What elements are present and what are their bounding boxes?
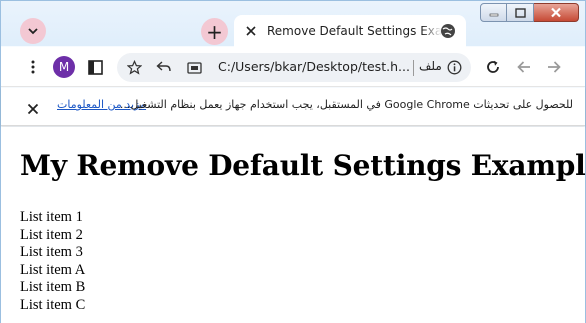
share-icon [155,61,171,72]
info-bar-close-button[interactable] [27,100,41,115]
list-item: List item 2 [20,226,83,243]
reload-button[interactable] [485,59,501,75]
more-vertical-icon [31,60,35,74]
list-item: List item B [20,279,86,295]
tab-close-button[interactable] [244,24,258,38]
tab-strip: + Remove Default Settings Example [1,1,585,47]
browser-window: + Remove Default Settings Example [0,0,586,323]
bookmark-button[interactable] [126,59,142,75]
tab-search-button[interactable] [20,18,46,44]
address-bar[interactable]: C:/Users/bkar/Desktop/test.h... ملف [117,53,471,82]
url-text[interactable]: C:/Users/bkar/Desktop/test.h... [218,59,410,74]
arrow-right-icon [548,61,561,73]
list-item: List item 1 [20,209,83,225]
browser-toolbar: M C:/Users/bkar/Desktop/test.h... ملف [1,47,585,87]
site-info-button[interactable] [446,59,462,75]
maximize-icon [514,7,526,18]
close-icon [246,26,256,36]
share-button[interactable] [155,59,171,75]
back-button[interactable] [516,59,532,75]
info-bar-message: للحصول على تحديثات Google Chrome في المس… [119,98,573,111]
menu-button[interactable] [25,59,41,75]
minimize-icon [489,13,498,16]
page-content: My Remove Default Settings Example List … [1,127,586,323]
reload-icon [487,60,499,73]
chevron-down-icon [28,28,38,35]
globe-icon [441,24,455,38]
item-list: List item 1 List item 2 List item 3 List… [20,209,85,314]
screenshot-button[interactable] [186,59,202,75]
address-separator [413,60,414,76]
side-panel-icon [87,59,103,75]
window-controls [480,3,579,22]
file-scheme-label: ملف [419,59,442,73]
new-tab-button[interactable]: + [201,18,228,45]
forward-button[interactable] [546,59,562,75]
info-bar: مزيد من المعلومات للحصول على تحديثات Goo… [1,88,585,126]
list-item: List item A [20,261,86,278]
side-panel-button[interactable] [87,59,103,75]
maximize-button[interactable] [507,3,534,22]
arrow-left-icon [517,61,530,73]
list-item: List item C [20,296,86,313]
close-icon [551,7,561,18]
star-icon [126,59,142,75]
list-item: List item 3 [20,244,83,260]
info-icon [447,60,461,74]
window-close-button[interactable] [534,3,579,22]
close-icon [27,103,39,115]
profile-avatar[interactable]: M [53,56,75,78]
tab-title: Remove Default Settings Example [267,24,442,38]
minimize-button[interactable] [480,3,507,22]
page-title: My Remove Default Settings Example [20,149,586,182]
screenshot-icon [186,61,202,74]
tab-active[interactable]: Remove Default Settings Example [234,15,466,47]
